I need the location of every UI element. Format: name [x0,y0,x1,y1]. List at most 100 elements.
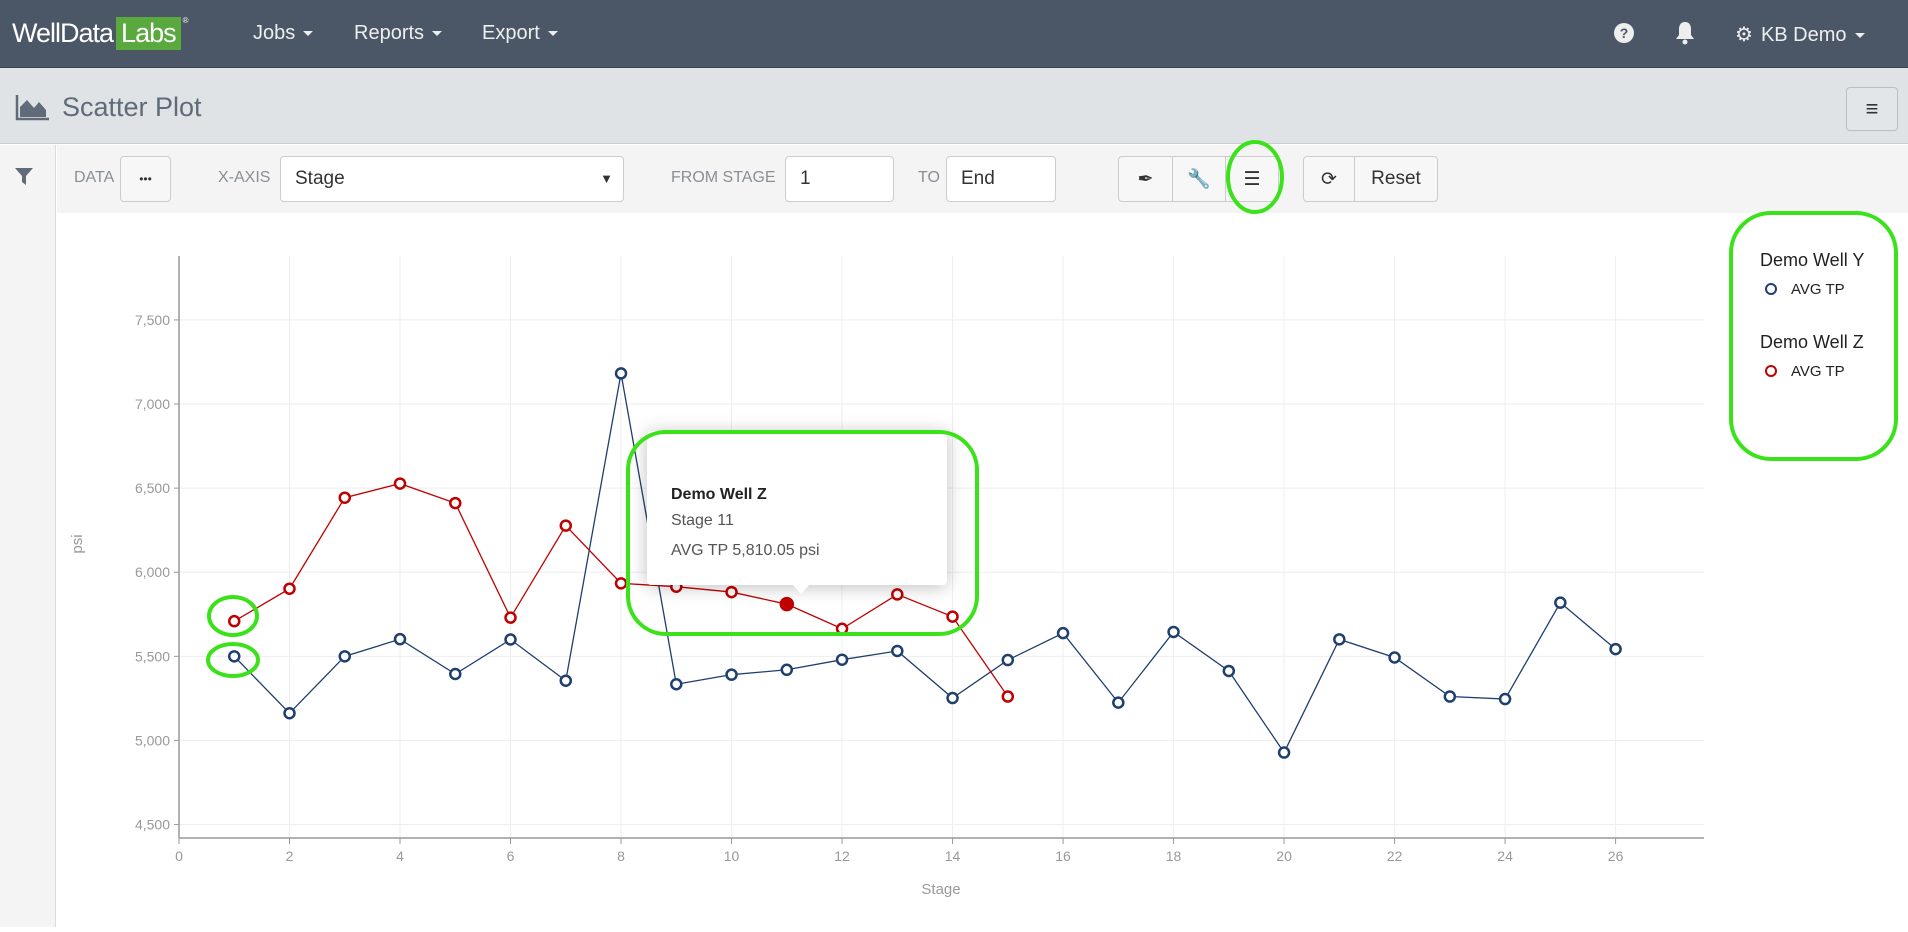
x-tick-label: 10 [724,848,740,864]
y-tick-label: 5,000 [135,732,170,748]
x-tick-label: 18 [1166,848,1182,864]
to-stage-input[interactable]: End [946,156,1056,202]
hamburger-menu-button[interactable]: ≡ [1846,87,1898,131]
caret-down-icon [547,31,558,37]
y-tick-label: 4,500 [135,817,170,833]
data-point [835,653,849,666]
data-point [891,588,904,601]
caret-down-icon [432,31,443,37]
data-point [393,477,407,490]
legend-item-z[interactable]: AVG TP [1765,363,1845,380]
data-label: DATA [74,169,115,186]
data-point [779,596,795,612]
x-tick-label: 4 [396,848,404,864]
gear-icon: ⚙ [1735,24,1753,46]
data-point [1167,625,1180,639]
y-tick-label: 5,500 [135,648,170,664]
y-axis-label: psi [69,534,86,553]
data-options-button[interactable]: ••• [120,156,171,202]
chart-svg: 4,5005,0005,5006,0006,5007,0007,5000 2 4 6 8… [69,256,1704,898]
circle-marker-icon [1765,283,1777,295]
from-stage-label: FROM STAGE [671,169,776,186]
data-point [1333,633,1346,646]
x-tick-label: 12 [834,848,850,864]
settings-button[interactable]: 🔧 [1172,156,1226,202]
bell-icon[interactable] [1674,20,1696,46]
x-tick-label: 16 [1055,848,1071,864]
legend-toggle-button[interactable]: ☰ [1225,156,1279,202]
data-point [1498,692,1512,706]
circle-marker-icon [1765,365,1777,377]
data-point [1112,696,1125,709]
data-point [1554,596,1567,609]
caret-down-icon [303,31,314,37]
nav-reports-menu[interactable]: Reports [354,22,443,45]
help-icon[interactable]: ? [1613,22,1635,44]
x-tick-label: 0 [175,848,183,864]
data-point [559,674,573,687]
data-point [283,582,296,595]
data-point [1277,746,1291,759]
page-title: Scatter Plot [62,92,202,122]
tooltip-title: Demo Well Z [671,486,767,503]
eyedropper-icon: ✒ [1137,168,1154,190]
legend-series-z[interactable]: Demo Well Z [1760,332,1864,353]
data-point [780,663,794,677]
y-tick-label: 7,000 [135,396,170,412]
x-tick-label: 6 [507,848,515,864]
data-point [670,678,683,691]
data-point [614,577,628,590]
y-tick-label: 7,500 [135,312,170,328]
data-point [338,491,352,504]
page-header: Scatter Plot ≡ [0,68,1908,144]
x-tick-label: 8 [617,848,625,864]
x-tick-label: 20 [1276,848,1292,864]
user-menu[interactable]: ⚙ KB Demo [1735,22,1865,47]
x-axis-label: Stage [921,881,960,898]
data-point [338,650,352,663]
data-point [946,610,959,623]
logo-text: WellData [12,17,114,48]
data-tooltip: Demo Well Z Stage 11 AVG TP 5,810.05 psi [647,431,947,594]
x-tick-label: 24 [1497,848,1513,864]
chart-legend: Demo Well Y AVG TP Demo Well Z AVG TP [1731,211,1898,459]
data-point [449,667,462,681]
data-point [228,614,241,628]
scatter-chart: 4,500 5,000 5,500 6,000 6,500 7,000 7,500 0 2 4 6 8… [57,213,1908,927]
refresh-icon: ⟳ [1321,168,1337,190]
x-tick-label: 2 [286,848,294,864]
data-point [1222,664,1236,678]
xaxis-select[interactable]: Stage ▼ [280,156,624,202]
data-point [559,519,573,532]
nav-export-menu[interactable]: Export [482,22,558,45]
legend-series-y[interactable]: Demo Well Y [1760,250,1864,271]
y-tick-label: 6,000 [135,564,170,580]
xaxis-label: X-AXIS [218,169,271,186]
top-navbar: WellData Labs ® Jobs Reports Export ? ⚙ KB … [0,0,1908,68]
filter-icon[interactable] [14,167,34,187]
x-tick-label: 14 [945,848,961,864]
nav-jobs-menu[interactable]: Jobs [253,22,314,45]
from-stage-input[interactable]: 1 [785,156,894,202]
data-point [504,611,517,624]
legend-item-y[interactable]: AVG TP [1765,281,1845,298]
select-arrow-icon: ▼ [600,171,613,186]
data-point [946,691,959,705]
eyedropper-button[interactable]: ✒ [1118,156,1173,202]
data-point [393,632,407,646]
reset-button[interactable]: Reset [1354,156,1438,202]
data-point [1443,690,1457,703]
user-name: KB Demo [1760,24,1847,46]
data-point [1001,653,1015,667]
refresh-button[interactable]: ⟳ [1303,156,1355,202]
data-point [228,650,241,663]
area-chart-icon [15,95,49,121]
list-icon: ☰ [1243,168,1261,190]
data-point [725,668,738,681]
tooltip-value: AVG TP 5,810.05 psi [671,542,820,559]
svg-text:?: ? [1620,25,1629,41]
data-point [449,496,462,510]
plot-toolbar: DATA ••• X-AXIS Stage ▼ FROM STAGE 1 TO E… [57,145,1908,213]
welldatalabs-logo[interactable]: WellData Labs ® [12,16,188,50]
data-point [1001,690,1015,703]
